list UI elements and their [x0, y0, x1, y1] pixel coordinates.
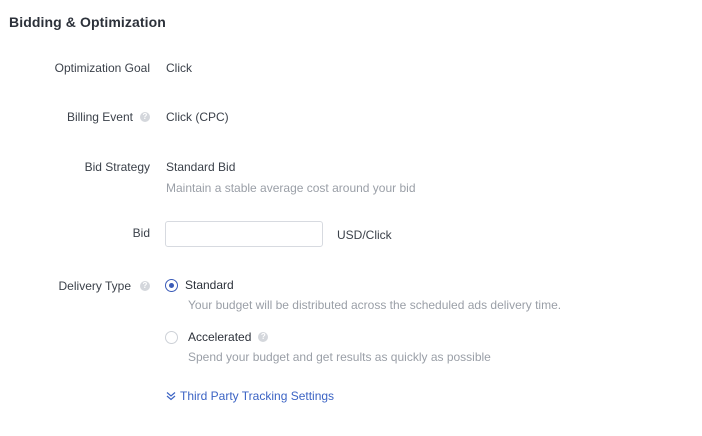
optimization-goal-value: Click — [166, 61, 192, 75]
bid-label: Bid — [133, 226, 150, 240]
bid-strategy-hint: Maintain a stable average cost around yo… — [166, 181, 416, 195]
delivery-accelerated-label: Accelerated — [188, 330, 252, 344]
delivery-accelerated-hint: Spend your budget and get results as qui… — [188, 350, 491, 364]
delivery-standard-hint: Your budget will be distributed across t… — [188, 298, 562, 312]
optimization-goal-label-text: Optimization Goal — [54, 61, 150, 75]
bid-strategy-label: Bid Strategy — [85, 160, 150, 174]
delivery-accelerated-radio[interactable] — [165, 331, 178, 344]
delivery-standard-label: Standard — [185, 278, 234, 292]
third-party-tracking-link[interactable]: Third Party Tracking Settings — [166, 389, 334, 403]
delivery-type-label: Delivery Type ? — [59, 279, 150, 293]
bid-input[interactable] — [165, 221, 323, 247]
question-circle-icon[interactable]: ? — [258, 332, 269, 342]
question-circle-icon[interactable]: ? — [140, 281, 150, 291]
bid-unit: USD/Click — [337, 228, 392, 242]
delivery-type-label-text: Delivery Type — [58, 279, 131, 293]
delivery-accelerated-option[interactable]: Accelerated ? — [188, 330, 269, 344]
section-title: Bidding & Optimization — [9, 14, 166, 30]
bid-label-text: Bid — [132, 226, 150, 240]
bid-strategy-label-text: Bid Strategy — [84, 160, 150, 174]
bid-strategy-value: Standard Bid — [166, 160, 236, 174]
optimization-goal-label: Optimization Goal — [55, 61, 150, 75]
billing-event-label-text: Billing Event — [66, 110, 133, 124]
billing-event-label: Billing Event ? — [67, 110, 150, 124]
double-chevron-down-icon — [166, 392, 176, 401]
third-party-tracking-label: Third Party Tracking Settings — [180, 389, 335, 403]
delivery-standard-radio[interactable] — [165, 279, 178, 292]
delivery-standard-option[interactable]: Standard — [185, 278, 234, 292]
question-circle-icon[interactable]: ? — [140, 112, 150, 122]
billing-event-value: Click (CPC) — [166, 110, 229, 124]
